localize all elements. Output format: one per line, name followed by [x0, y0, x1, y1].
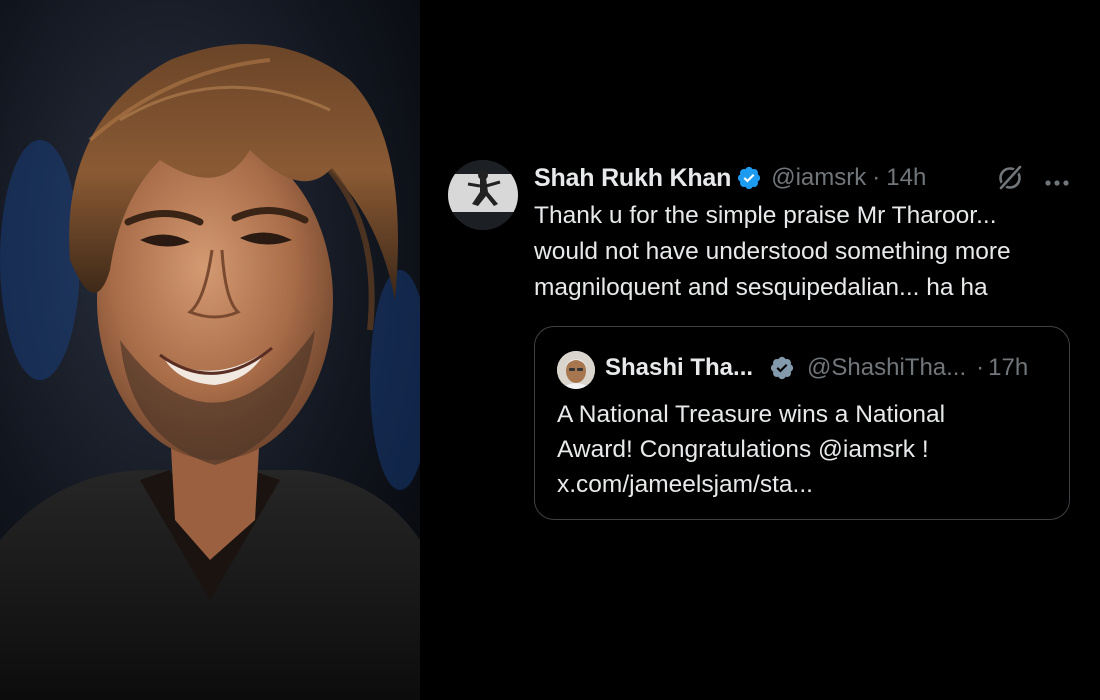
quoted-tweet-header: Shashi Tha... @ShashiTha... · 17h: [605, 354, 1028, 382]
quoted-tweet-time[interactable]: 17h: [988, 354, 1028, 382]
separator-dot: ·: [976, 354, 985, 381]
quoted-author-name[interactable]: Shashi Tha...: [605, 354, 753, 382]
portrait-photo: [0, 0, 420, 700]
tweet-time[interactable]: 14h: [886, 164, 926, 192]
tweet-actions-top: [996, 164, 1070, 192]
verified-badge-icon: [769, 355, 795, 381]
quoted-tweet-text: A National Treasure wins a National Awar…: [557, 401, 946, 498]
verified-badge-icon: [736, 165, 762, 191]
quoted-tweet[interactable]: Shashi Tha... @ShashiTha... · 17h A Nati…: [534, 326, 1070, 520]
tweet-header: Shah Rukh Khan @iamsrk · 14h: [534, 162, 926, 194]
author-handle[interactable]: @iamsrk: [771, 164, 866, 192]
quoted-author-avatar[interactable]: [557, 351, 595, 389]
more-options-icon[interactable]: [1044, 174, 1070, 186]
grok-icon[interactable]: [996, 164, 1024, 192]
screenshot-page: Shah Rukh Khan @iamsrk · 14h Thank u for…: [0, 0, 1100, 700]
quoted-author-handle[interactable]: @ShashiTha...: [807, 354, 966, 382]
separator-dot: ·: [872, 164, 881, 191]
author-avatar[interactable]: [448, 160, 518, 230]
tweet-text: Thank u for the simple praise Mr Tharoor…: [534, 202, 1011, 301]
author-name[interactable]: Shah Rukh Khan: [534, 164, 731, 193]
